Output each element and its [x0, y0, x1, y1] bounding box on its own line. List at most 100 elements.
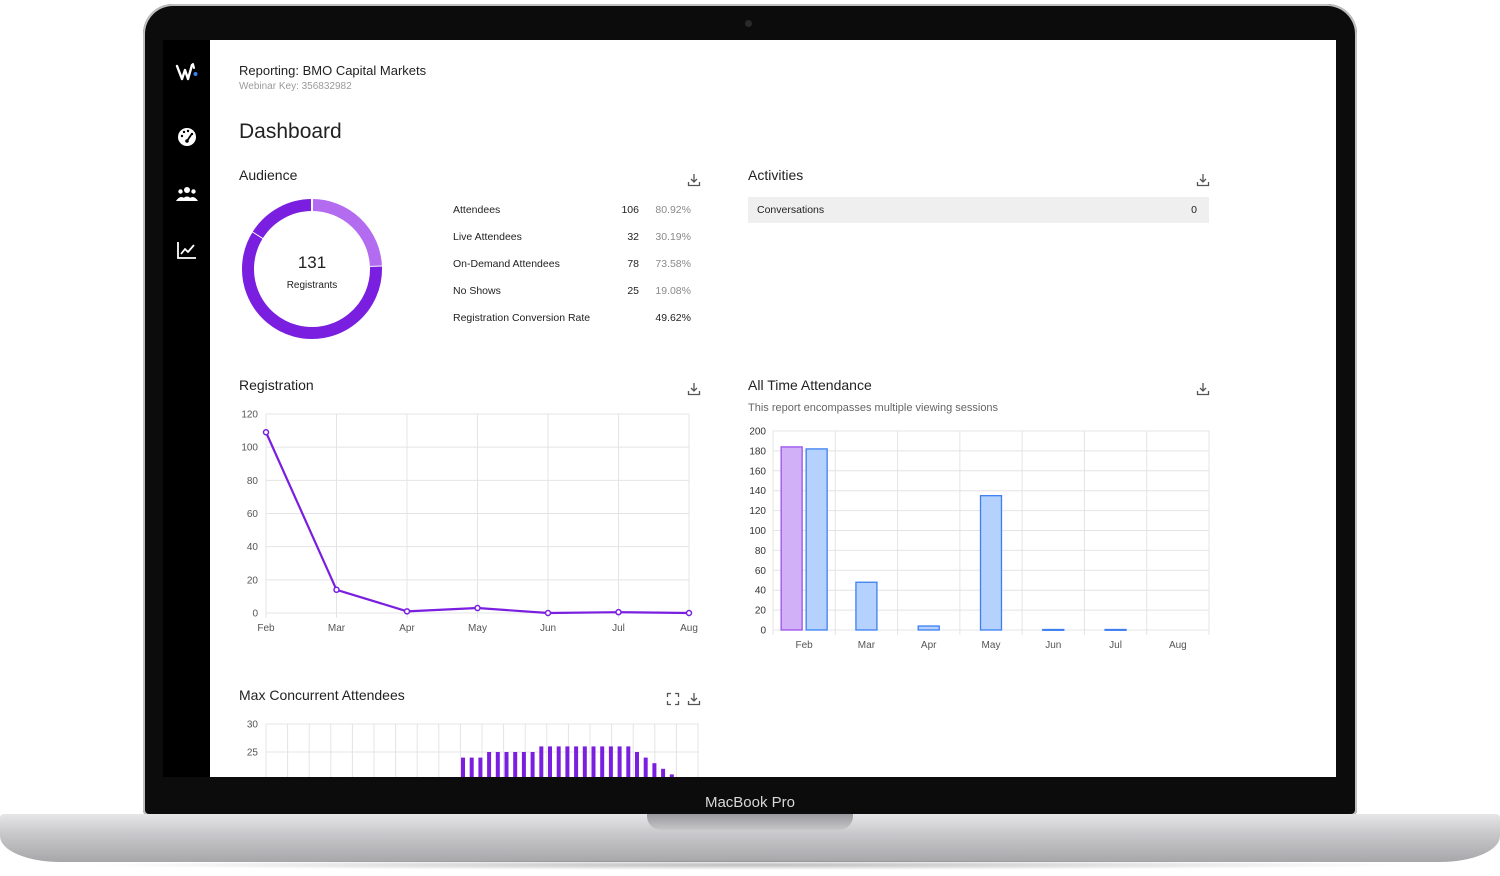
data-point	[685, 609, 693, 617]
stat-count: 78	[627, 258, 639, 270]
all-time-bar-chart: 0 20 40 60 80 100 120 140 160 180 200 Feb Mar Apr May J…	[749, 427, 1210, 651]
y-tick-label: 100	[749, 526, 766, 537]
concurrent-bar	[469, 757, 474, 777]
all-time-subtitle: This report encompasses multiple viewing…	[748, 402, 999, 414]
y-tick-label: 20	[247, 575, 259, 586]
y-tick-label: 140	[749, 486, 766, 497]
concurrent-bar	[478, 757, 483, 777]
concurrent-bar	[495, 752, 500, 777]
registrants-count: 131	[298, 253, 326, 272]
y-tick-label: 40	[247, 542, 259, 553]
laptop-notch	[647, 814, 853, 830]
concurrent-bar	[530, 752, 535, 777]
activity-row-conversations: Conversations 0	[748, 197, 1209, 223]
main-content: Reporting: BMO Capital Markets Webinar K…	[239, 40, 1336, 777]
concurrent-bar	[565, 746, 570, 777]
registrants-label: Registrants	[287, 280, 338, 291]
bar-series-2	[805, 448, 828, 631]
stat-label: Attendees	[453, 204, 501, 216]
stat-percent: 73.58%	[655, 258, 691, 270]
audience-title: Audience	[239, 167, 298, 183]
report-title: Reporting: BMO Capital Markets	[239, 63, 427, 78]
y-tick-label: 120	[241, 410, 258, 421]
x-tick-label: Apr	[921, 640, 937, 651]
all-time-download-icon[interactable]	[1196, 382, 1210, 396]
stat-label: Registration Conversion Rate	[453, 312, 591, 324]
stat-row-no-shows: No Shows 25 19.08%	[453, 279, 693, 306]
activities-download-icon[interactable]	[1196, 173, 1210, 187]
x-tick-label: Mar	[328, 623, 346, 634]
activity-value: 0	[1191, 204, 1197, 216]
data-point	[474, 604, 481, 612]
concurrent-bar	[548, 746, 552, 777]
concurrent-bar	[652, 763, 657, 777]
y-tick-label: 100	[241, 443, 258, 454]
x-tick-label: Aug	[1169, 640, 1187, 651]
stat-row-live-attendees: Live Attendees 32 30.19%	[453, 225, 693, 252]
concurrent-bar	[643, 757, 648, 777]
x-tick-label: Jun	[540, 623, 556, 634]
laptop-shadow	[80, 860, 1420, 870]
activity-label: Conversations	[757, 204, 825, 216]
donut-slice	[252, 199, 313, 239]
activities-title: Activities	[748, 167, 804, 183]
concurrent-bar	[461, 757, 465, 777]
max-concurrent-title: Max Concurrent Attendees	[239, 687, 405, 703]
y-tick-label: 80	[247, 476, 259, 487]
bar-series-2	[917, 625, 940, 631]
x-tick-label: May	[468, 623, 487, 634]
registration-download-icon[interactable]	[687, 382, 701, 396]
concurrent-bar	[608, 746, 613, 777]
x-tick-label: Jul	[1109, 640, 1122, 651]
concurrent-bar	[591, 746, 596, 777]
data-point	[544, 609, 552, 617]
concurrent-bar	[504, 752, 509, 777]
x-tick-label: Jul	[612, 623, 625, 634]
concurrent-bar	[669, 774, 674, 777]
audience-download-icon[interactable]	[687, 173, 701, 187]
x-tick-label: Feb	[257, 623, 275, 634]
concurrent-bar	[626, 746, 631, 777]
app-screen: Reporting: BMO Capital Markets Webinar K…	[163, 40, 1336, 777]
device-brand: MacBook Pro	[704, 794, 796, 811]
y-tick-label: 0	[252, 609, 258, 620]
x-tick-label: Apr	[399, 623, 415, 634]
bar-series-2	[1042, 628, 1065, 631]
concurrent-bar	[635, 752, 639, 777]
data-point	[615, 608, 622, 616]
y-tick-label: 0	[760, 626, 766, 637]
all-time-attendance-title: All Time Attendance	[748, 377, 872, 393]
max-concurrent-download-icon[interactable]	[687, 692, 701, 706]
stat-row-attendees: Attendees 106 80.92%	[453, 198, 693, 225]
y-tick-label: 60	[247, 509, 259, 520]
audience-stats: Attendees 106 80.92% Live Attendees 32 3…	[453, 198, 693, 333]
bar-series-2	[855, 581, 878, 631]
y-tick-label: 60	[755, 566, 767, 577]
analytics-chart-icon[interactable]	[173, 236, 201, 264]
registration-line-chart: 0 20 40 60 80 100 120 Feb Mar Apr May Jun Jul Aug	[241, 410, 698, 635]
y-tick-label: 160	[749, 466, 766, 477]
x-tick-label: Aug	[680, 623, 698, 634]
y-tick-label: 200	[749, 427, 766, 438]
y-tick-label: 180	[749, 446, 766, 457]
app-logo-icon[interactable]	[173, 58, 201, 86]
users-icon[interactable]	[173, 180, 201, 208]
concurrent-bar	[661, 768, 666, 777]
stat-row-conversion-rate: Registration Conversion Rate 49.62%	[453, 306, 693, 333]
bar-series-1	[780, 446, 803, 631]
dashboard-gauge-icon[interactable]	[173, 123, 201, 151]
y-tick-label: 25	[247, 748, 259, 759]
x-tick-label: Feb	[796, 640, 814, 651]
stat-count: 32	[627, 231, 639, 243]
stat-label: On-Demand Attendees	[453, 258, 560, 270]
y-tick-label: 20	[755, 606, 767, 617]
concurrent-bar	[617, 746, 622, 777]
expand-icon[interactable]	[666, 692, 680, 706]
x-tick-label: May	[982, 640, 1001, 651]
stat-count: 106	[621, 204, 639, 216]
y-tick-label: 40	[755, 586, 767, 597]
webinar-key: Webinar Key: 356832982	[239, 81, 352, 92]
concurrent-bar	[539, 746, 544, 777]
stat-percent: 80.92%	[655, 204, 691, 216]
concurrent-bar	[487, 752, 492, 777]
